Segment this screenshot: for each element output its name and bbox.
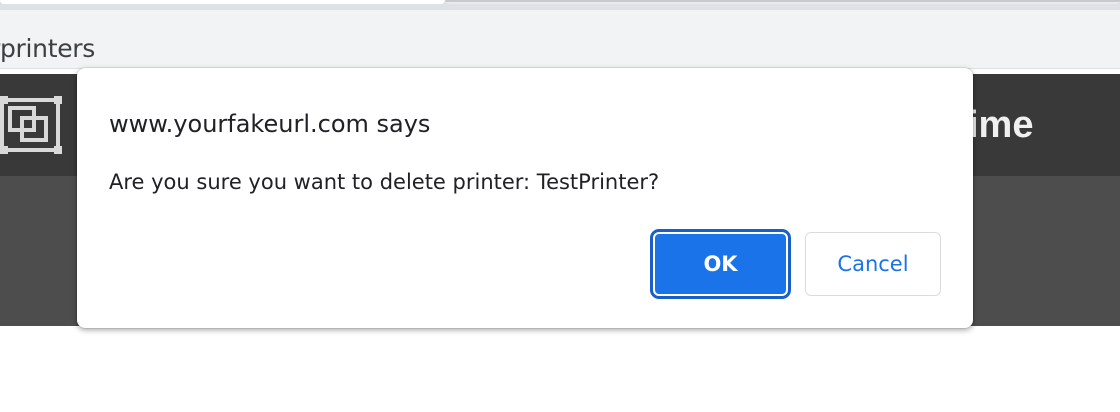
address-bar-url[interactable]: rprinters xyxy=(0,34,95,64)
dialog-title: www.yourfakeurl.com says xyxy=(109,110,431,138)
dialog-message: Are you sure you want to delete printer:… xyxy=(109,170,660,194)
frame-icon[interactable] xyxy=(0,94,64,156)
site-title: ime xyxy=(968,104,1034,146)
browser-tab-active[interactable] xyxy=(0,0,445,4)
cancel-button[interactable]: Cancel xyxy=(805,232,941,296)
confirm-dialog: www.yourfakeurl.com says Are you sure yo… xyxy=(77,68,973,328)
ok-button[interactable]: OK xyxy=(653,232,788,296)
address-bar[interactable]: rprinters xyxy=(0,10,1120,69)
browser-tab-inactive[interactable] xyxy=(445,0,1120,4)
browser-tabstrip xyxy=(0,0,1120,10)
